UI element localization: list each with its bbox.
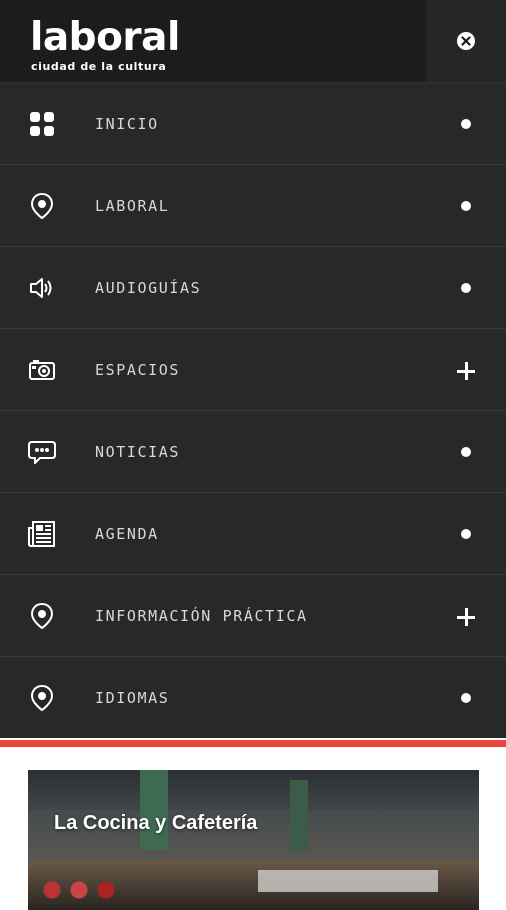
location-pin-icon bbox=[28, 684, 56, 712]
expand-plus-icon[interactable] bbox=[456, 361, 476, 381]
menu-item-laboral[interactable]: LABORAL bbox=[0, 164, 506, 246]
location-pin-icon bbox=[28, 192, 56, 220]
logo-tagline: ciudad de la cultura bbox=[31, 60, 167, 73]
app-header: laboral ciudad de la cultura bbox=[0, 0, 506, 82]
card-title: La Cocina y Cafetería bbox=[54, 812, 258, 834]
chat-bubble-icon bbox=[28, 438, 56, 466]
menu-item-informacion-practica[interactable]: INFORMACIÓN PRÁCTICA bbox=[0, 574, 506, 656]
grid-icon bbox=[28, 110, 56, 138]
menu-item-espacios[interactable]: ESPACIOS bbox=[0, 328, 506, 410]
menu-item-agenda[interactable]: AGENDA bbox=[0, 492, 506, 574]
menu-item-label: IDIOMAS bbox=[95, 689, 170, 707]
expand-plus-icon[interactable] bbox=[456, 607, 476, 627]
close-icon bbox=[457, 32, 475, 50]
card-image-pillar bbox=[140, 770, 168, 850]
card-image-table bbox=[258, 870, 438, 892]
menu-item-idiomas[interactable]: IDIOMAS bbox=[0, 656, 506, 738]
camera-icon bbox=[28, 356, 56, 384]
dot-indicator bbox=[461, 529, 471, 539]
menu-item-label: INFORMACIÓN PRÁCTICA bbox=[95, 607, 308, 625]
menu-item-label: AGENDA bbox=[95, 525, 159, 543]
card-image-ceiling bbox=[28, 770, 479, 810]
speaker-icon bbox=[28, 274, 56, 302]
content-area: La Cocina y Cafetería bbox=[0, 747, 506, 910]
close-menu-button[interactable] bbox=[426, 0, 506, 82]
dot-indicator bbox=[461, 693, 471, 703]
logo-wordmark: laboral bbox=[30, 15, 180, 60]
menu-item-label: AUDIOGUÍAS bbox=[95, 279, 202, 297]
dot-indicator bbox=[461, 201, 471, 211]
navigation-menu: INICIO LABORAL AUDIOGUÍAS ESPACIOS NOTIC… bbox=[0, 82, 506, 738]
menu-item-label: ESPACIOS bbox=[95, 361, 181, 379]
card-image-pillar bbox=[290, 780, 308, 850]
menu-item-inicio[interactable]: INICIO bbox=[0, 82, 506, 164]
feature-card[interactable]: La Cocina y Cafetería bbox=[28, 770, 479, 910]
logo[interactable]: laboral ciudad de la cultura bbox=[0, 0, 426, 82]
menu-item-audioguias[interactable]: AUDIOGUÍAS bbox=[0, 246, 506, 328]
accent-divider bbox=[0, 740, 506, 747]
dot-indicator bbox=[461, 283, 471, 293]
newspaper-icon bbox=[28, 520, 56, 548]
menu-item-label: INICIO bbox=[95, 115, 159, 133]
menu-item-label: LABORAL bbox=[95, 197, 170, 215]
location-pin-icon bbox=[28, 602, 56, 630]
menu-item-noticias[interactable]: NOTICIAS bbox=[0, 410, 506, 492]
dot-indicator bbox=[461, 447, 471, 457]
menu-item-label: NOTICIAS bbox=[95, 443, 181, 461]
dot-indicator bbox=[461, 119, 471, 129]
card-image-fruit bbox=[34, 880, 124, 900]
